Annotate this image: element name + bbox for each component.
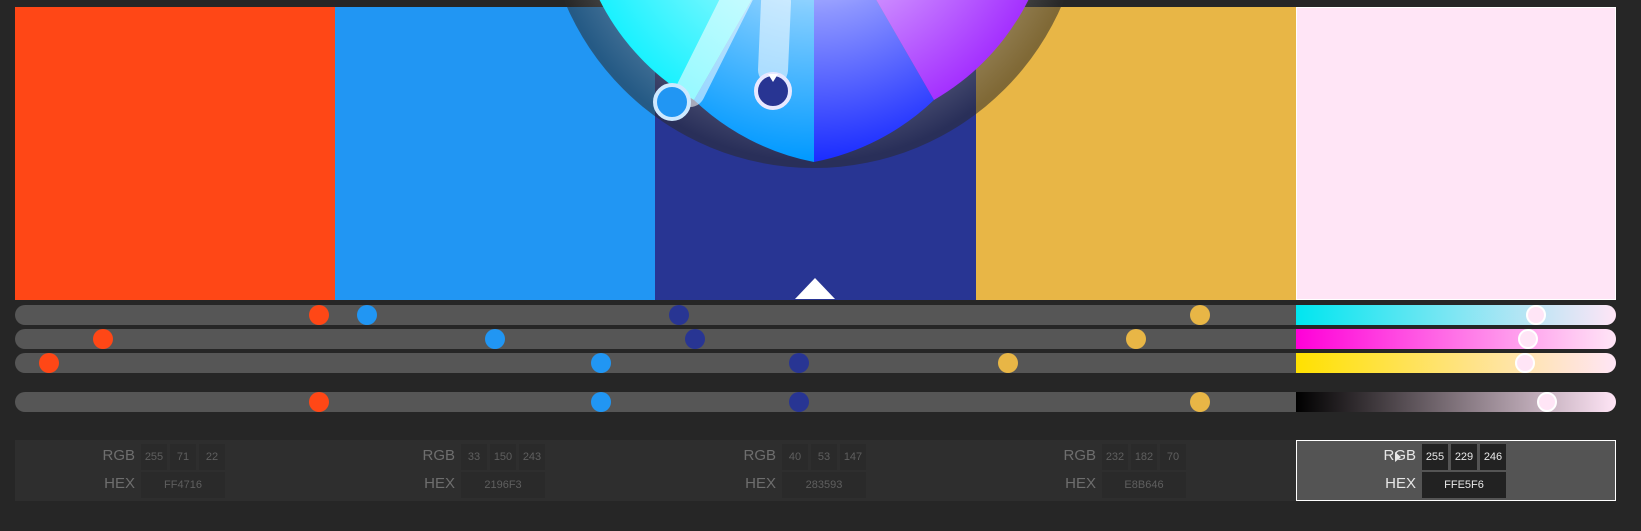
hex-label: HEX [745,475,776,492]
hex-input[interactable]: FFE5F6 [1422,472,1506,498]
black-slider-knob-4[interactable] [1189,392,1210,412]
hex-input[interactable]: 283593 [782,472,866,498]
r-input[interactable]: 255 [1422,444,1448,470]
color-wheel[interactable] [544,0,1084,174]
color-info-bar: RGB 255 71 22 HEX FF4716 RGB 33 150 243 … [15,440,1616,501]
b-input[interactable]: 147 [840,444,866,470]
magenta-slider-active-range[interactable] [1296,329,1616,349]
g-input[interactable]: 229 [1451,444,1477,470]
hex-label: HEX [424,475,455,492]
info-swatch-4: RGB 232 182 70 HEX E8B646 [976,440,1296,501]
swatch-1[interactable] [15,7,335,300]
cyan-slider-knob-5[interactable] [1525,305,1546,325]
swatch-5[interactable] [1296,7,1616,300]
rgb-label: RGB [422,447,455,464]
hex-label: HEX [104,475,135,492]
info-swatch-5: RGB 255 229 246 HEX FFE5F6 [1296,440,1616,501]
g-input[interactable]: 150 [490,444,516,470]
triangle-up-icon [795,278,835,299]
b-input[interactable]: 243 [519,444,545,470]
yellow-slider-knob-5[interactable] [1514,353,1535,373]
g-input[interactable]: 53 [811,444,837,470]
hex-label: HEX [1385,475,1416,492]
b-input[interactable]: 22 [199,444,225,470]
yellow-slider-knob-4[interactable] [997,353,1018,373]
info-swatch-1: RGB 255 71 22 HEX FF4716 [15,440,335,501]
b-input[interactable]: 70 [1160,444,1186,470]
rgb-label: RGB [743,447,776,464]
r-input[interactable]: 40 [782,444,808,470]
b-input[interactable]: 246 [1480,444,1506,470]
g-input[interactable]: 71 [170,444,196,470]
info-swatch-2: RGB 33 150 243 HEX 2196F3 [335,440,655,501]
g-input[interactable]: 182 [1131,444,1157,470]
rgb-label: RGB [1063,447,1096,464]
black-slider-knob-2[interactable] [590,392,611,412]
magenta-slider-knob-5[interactable] [1517,329,1538,349]
hex-label: HEX [1065,475,1096,492]
magenta-slider-knob-4[interactable] [1125,329,1146,349]
r-input[interactable]: 232 [1102,444,1128,470]
r-input[interactable]: 255 [141,444,167,470]
black-slider-active-range[interactable] [1296,392,1616,412]
rgb-label: RGB [102,447,135,464]
cyan-slider-active-range[interactable] [1296,305,1616,325]
info-swatch-3: RGB 40 53 147 HEX 283593 [655,440,975,501]
yellow-slider-knob-2[interactable] [590,353,611,373]
r-input[interactable]: 33 [461,444,487,470]
rgb-label: RGB [1383,447,1416,464]
hex-input[interactable]: E8B646 [1102,472,1186,498]
hex-input[interactable]: FF4716 [141,472,225,498]
hex-input[interactable]: 2196F3 [461,472,545,498]
cyan-slider-knob-4[interactable] [1189,305,1210,325]
magenta-slider-knob-1[interactable] [93,329,114,349]
yellow-slider-active-range[interactable] [1296,353,1616,373]
yellow-slider-knob-1[interactable] [38,353,59,373]
